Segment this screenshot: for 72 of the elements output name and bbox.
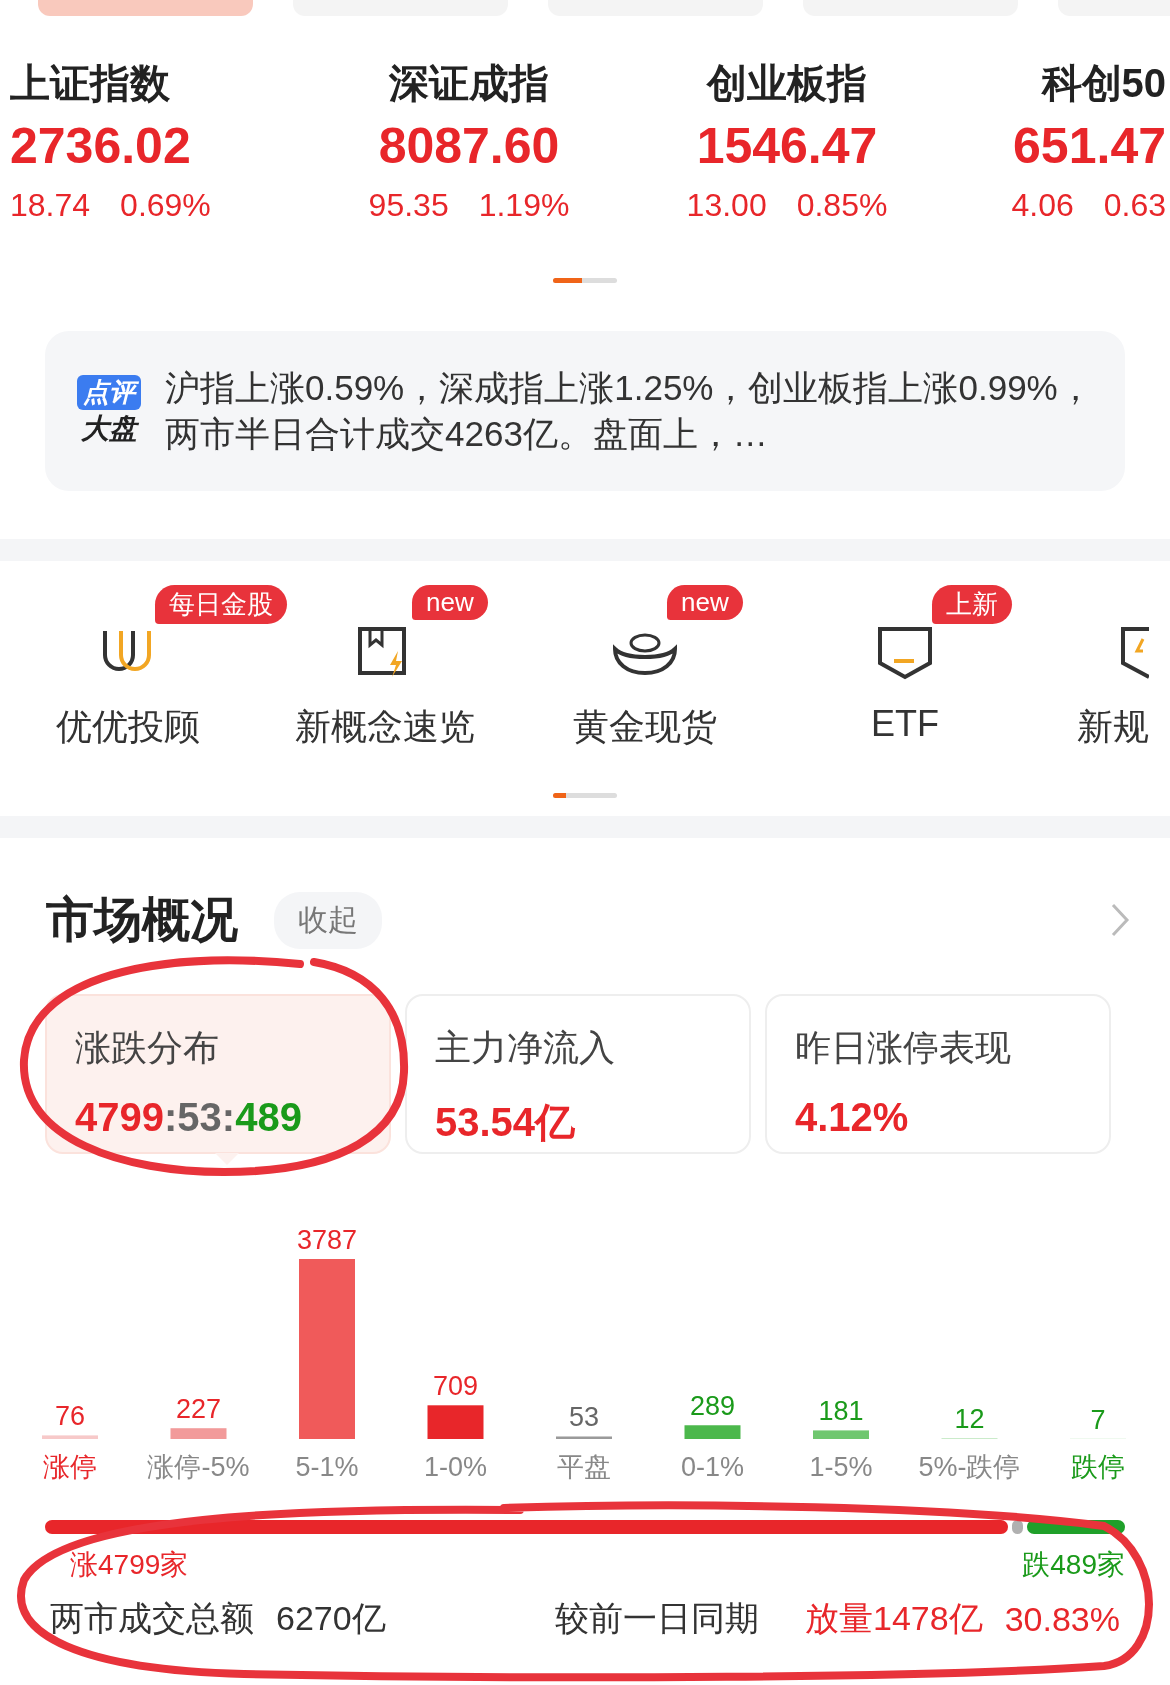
commentary-text: 沪指上涨0.59%，深成指上涨1.25%，创业板指上涨0.99%，两市半日合计成交4263亿。盘面上，… bbox=[165, 367, 1094, 455]
shortcut-label[interactable]: 新概念速览 bbox=[295, 703, 475, 752]
index-percent: 0.69% bbox=[120, 187, 211, 224]
data-label: 289 bbox=[689, 1391, 736, 1422]
data-label: 181 bbox=[818, 1396, 864, 1427]
shortcut-label[interactable]: 新规 bbox=[1077, 703, 1149, 752]
turnover-value: 6270亿 bbox=[276, 1598, 386, 1639]
data-label: 76 bbox=[55, 1401, 85, 1432]
commentary-card[interactable]: 点评 大盘 沪指上涨0.59%，深成指上涨1.25%，创业板指上涨0.99%，两市半日合计成交4263亿。盘面上，… bbox=[45, 331, 1125, 491]
data-label: 7 bbox=[1090, 1404, 1106, 1435]
badge: new bbox=[412, 585, 488, 620]
index-change: 13.00 bbox=[686, 187, 767, 224]
badge-label: 大盘 bbox=[81, 411, 137, 446]
badge: 每日金股 bbox=[154, 585, 287, 624]
index-value: 1546.47 bbox=[696, 117, 878, 175]
category-label: 0-1% bbox=[681, 1452, 744, 1482]
compare-value: 放量1478亿 bbox=[805, 1598, 983, 1639]
index-percent: 1.19% bbox=[478, 187, 570, 224]
data-label: 12 bbox=[954, 1404, 985, 1435]
up-count: 4799 bbox=[75, 1095, 164, 1139]
separator: : bbox=[221, 1095, 236, 1139]
card-pointer bbox=[215, 1153, 239, 1165]
shortcut-label[interactable]: 黄金现货 bbox=[573, 703, 717, 752]
data-label: 227 bbox=[175, 1394, 222, 1425]
index-value: 651.47 bbox=[1013, 117, 1166, 175]
stat-card[interactable]: 昨日涨停表现 4.12% bbox=[765, 994, 1111, 1154]
category-label: 1-5% bbox=[809, 1452, 873, 1482]
index-change: 95.35 bbox=[368, 187, 449, 224]
index-change: 4.06 bbox=[1011, 187, 1074, 224]
index-name: 深证成指 bbox=[389, 60, 549, 107]
turnover-label: 两市成交总额 bbox=[50, 1598, 254, 1639]
index-percent: 0.63 bbox=[1103, 187, 1166, 224]
data-label: 709 bbox=[432, 1371, 479, 1402]
down-count: 跌489家 bbox=[1022, 1548, 1125, 1582]
index-percent: 0.85% bbox=[796, 187, 888, 224]
collapse-button[interactable]: 收起 bbox=[274, 891, 382, 949]
index-value: 8087.60 bbox=[378, 117, 560, 175]
chevron-right-icon[interactable] bbox=[1110, 902, 1130, 938]
index-value: 2736.02 bbox=[10, 117, 191, 175]
up-count: 涨4799家 bbox=[70, 1548, 189, 1582]
stat-card[interactable]: 主力净流入 53.54亿 bbox=[405, 994, 751, 1154]
index-change: 18.74 bbox=[10, 187, 91, 224]
compare-label: 较前一日同期 bbox=[555, 1598, 760, 1639]
card-title: 涨跌分布 bbox=[75, 1026, 220, 1070]
tab[interactable] bbox=[38, 0, 253, 16]
index-name: 上证指数 bbox=[10, 60, 170, 107]
separator: : bbox=[164, 1095, 178, 1139]
category-label: 平盘 bbox=[557, 1452, 611, 1482]
section-title: 市场概况 bbox=[46, 892, 238, 948]
badge-label: 点评 bbox=[77, 374, 141, 410]
stat-card[interactable]: 涨跌分布 4799:53:489 bbox=[45, 994, 391, 1154]
down-count: 489 bbox=[235, 1095, 302, 1139]
index-name: 科创50 bbox=[1041, 60, 1166, 107]
card-value: 53.54亿 bbox=[435, 1099, 577, 1146]
badge: new bbox=[667, 585, 743, 620]
badge: 上新 bbox=[932, 585, 1012, 624]
card-title: 昨日涨停表现 bbox=[795, 1026, 1012, 1070]
card-title: 主力净流入 bbox=[435, 1026, 616, 1070]
shortcut-label[interactable]: ETF bbox=[871, 703, 939, 745]
category-label: 涨停-5% bbox=[147, 1452, 250, 1482]
category-label: 5%-跌停 bbox=[918, 1452, 1021, 1482]
index-name: 创业板指 bbox=[707, 60, 867, 107]
shortcut-label[interactable]: 优优投顾 bbox=[55, 703, 200, 752]
category-label: 涨停 bbox=[43, 1452, 97, 1482]
data-label: 3787 bbox=[296, 1225, 358, 1255]
category-label: 5-1% bbox=[295, 1452, 359, 1482]
flat-count: 53 bbox=[177, 1095, 222, 1139]
data-label: 53 bbox=[569, 1402, 599, 1433]
category-label: 1-0% bbox=[424, 1452, 487, 1482]
card-value: 4.12% bbox=[795, 1095, 910, 1140]
category-label: 跌停 bbox=[1071, 1452, 1125, 1482]
compare-percent: 30.83% bbox=[1004, 1599, 1120, 1639]
